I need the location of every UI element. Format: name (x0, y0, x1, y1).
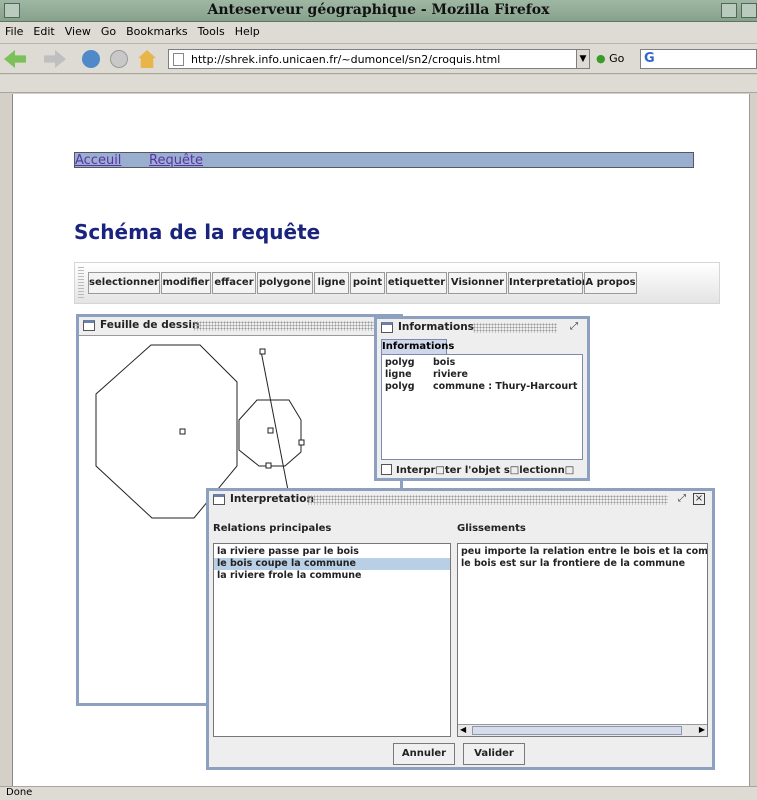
search-field[interactable]: G (640, 49, 757, 69)
tool-label-button[interactable]: etiquetter (386, 272, 447, 294)
glissements-header: Glissements (457, 523, 526, 534)
frame-icon (213, 494, 225, 505)
info-row[interactable]: polyg commune : Thury-Harcourt (385, 381, 577, 392)
menu-tools[interactable]: Tools (193, 22, 230, 38)
go-icon: ● (596, 52, 606, 65)
relation-item-selected[interactable]: le bois coupe la commune (214, 558, 450, 570)
tool-select-button[interactable]: selectionner (88, 272, 160, 294)
menu-view[interactable]: View (60, 22, 96, 38)
frame-icon (381, 322, 393, 333)
toolbar-grip[interactable] (78, 267, 84, 299)
horizontal-scrollbar[interactable]: ◀ ▶ (458, 724, 707, 736)
url-field[interactable]: http://shrek.info.unicaen.fr/~dumoncel/s… (168, 49, 586, 69)
stop-icon[interactable] (110, 50, 128, 68)
relations-header: Relations principales (213, 523, 332, 534)
relation-item[interactable]: la riviere passe par le bois (214, 546, 450, 558)
vertex-handle (259, 348, 266, 355)
close-icon[interactable]: × (693, 493, 705, 505)
interpret-selected-checkbox[interactable]: Interpr□ter l'objet s□lectionn□ (381, 464, 574, 476)
interpretation-title: Interpretation (230, 493, 314, 505)
window-title: Anteserveur géographique - Mozilla Firef… (207, 2, 550, 18)
nav-link-query[interactable]: Requête (149, 153, 203, 168)
navigation-toolbar: http://shrek.info.unicaen.fr/~dumoncel/s… (0, 44, 757, 74)
drawing-sheet-titlebar[interactable]: Feuille de dessin (79, 317, 400, 335)
status-text: Done (6, 787, 33, 798)
menu-file[interactable]: File (0, 22, 28, 38)
menu-help[interactable]: Help (230, 22, 265, 38)
tool-erase-button[interactable]: effacer (212, 272, 256, 294)
back-icon[interactable] (4, 50, 26, 68)
restore-icon[interactable]: ⤢ (567, 321, 581, 334)
page-icon (173, 53, 184, 66)
drawing-sheet-title: Feuille de dessin (100, 319, 200, 331)
tool-interpretation-button[interactable]: Interpretation (508, 272, 589, 294)
relations-list: la riviere passe par le bois le bois cou… (213, 543, 451, 737)
tool-line-button[interactable]: ligne (314, 272, 349, 294)
forward-icon[interactable] (44, 50, 66, 68)
informations-title: Informations (398, 321, 474, 333)
tab-informations[interactable]: Informations (381, 339, 454, 354)
site-nav-bar: Acceuil Requête (74, 152, 694, 168)
scroll-right-icon[interactable]: ▶ (699, 725, 705, 734)
interpretation-frame: Interpretation ⤢ × Relations principales… (206, 488, 715, 770)
glissement-item[interactable]: peu importe la relation entre le bois et… (458, 546, 707, 558)
reload-icon[interactable] (82, 50, 100, 68)
informations-list: polyg bois ligne riviere polyg commune : Th… (381, 354, 583, 460)
relation-item[interactable]: la riviere frole la commune (214, 570, 450, 582)
vertical-scrollbar[interactable] (749, 94, 757, 786)
informations-titlebar[interactable]: Informations ⤢ (377, 319, 587, 337)
info-row[interactable]: polyg bois (385, 357, 455, 368)
tool-about-button[interactable]: A propos (584, 272, 637, 294)
restore-icon[interactable]: ⤢ (675, 493, 689, 506)
bookmarks-toolbar (0, 75, 757, 93)
menu-bookmarks[interactable]: Bookmarks (121, 22, 192, 38)
url-text: http://shrek.info.unicaen.fr/~dumoncel/s… (191, 53, 501, 66)
status-bar: Done (0, 786, 757, 800)
go-button[interactable]: ● Go (596, 52, 624, 65)
menu-go[interactable]: Go (96, 22, 121, 38)
scrollbar-thumb[interactable] (472, 726, 682, 735)
informations-frame: Informations ⤢ Informations polyg bois li… (374, 316, 590, 481)
vertex-handle (267, 427, 274, 434)
url-dropdown[interactable]: ▼ (576, 49, 590, 69)
validate-button[interactable]: Valider (463, 743, 525, 765)
window-titlebar[interactable]: Anteserveur géographique - Mozilla Firef… (0, 0, 757, 22)
interpret-selected-label: Interpr□ter l'objet s□lectionn□ (396, 465, 575, 476)
glissements-list: peu importe la relation entre le bois et… (457, 543, 708, 737)
tool-modify-button[interactable]: modifier (161, 272, 211, 294)
tool-point-button[interactable]: point (350, 272, 385, 294)
vertex-handle (298, 439, 305, 446)
tool-view-button[interactable]: Visionner (448, 272, 507, 294)
search-engine-icon: G (644, 51, 655, 66)
tool-polygon-button[interactable]: polygone (257, 272, 313, 294)
nav-link-home[interactable]: Acceuil (75, 153, 121, 168)
cancel-button[interactable]: Annuler (393, 743, 455, 765)
page-title: Schéma de la requête (74, 220, 321, 244)
maximize-button[interactable] (741, 3, 757, 18)
scroll-left-icon[interactable]: ◀ (460, 725, 466, 734)
checkbox-icon (381, 464, 392, 475)
vertex-handle (265, 462, 272, 469)
home-icon[interactable] (138, 50, 156, 68)
minimize-button[interactable] (721, 3, 737, 18)
glissement-item[interactable]: le bois est sur la frontiere de la commu… (458, 558, 707, 570)
interpretation-titlebar[interactable]: Interpretation ⤢ × (209, 491, 712, 509)
vertex-handle (179, 428, 186, 435)
drawing-toolbar: selectionner modifier effacer polygone l… (74, 262, 720, 304)
info-row[interactable]: ligne riviere (385, 369, 468, 380)
menu-edit[interactable]: Edit (28, 22, 59, 38)
frame-icon (83, 320, 95, 331)
menu-bar: File Edit View Go Bookmarks Tools Help (0, 22, 757, 44)
